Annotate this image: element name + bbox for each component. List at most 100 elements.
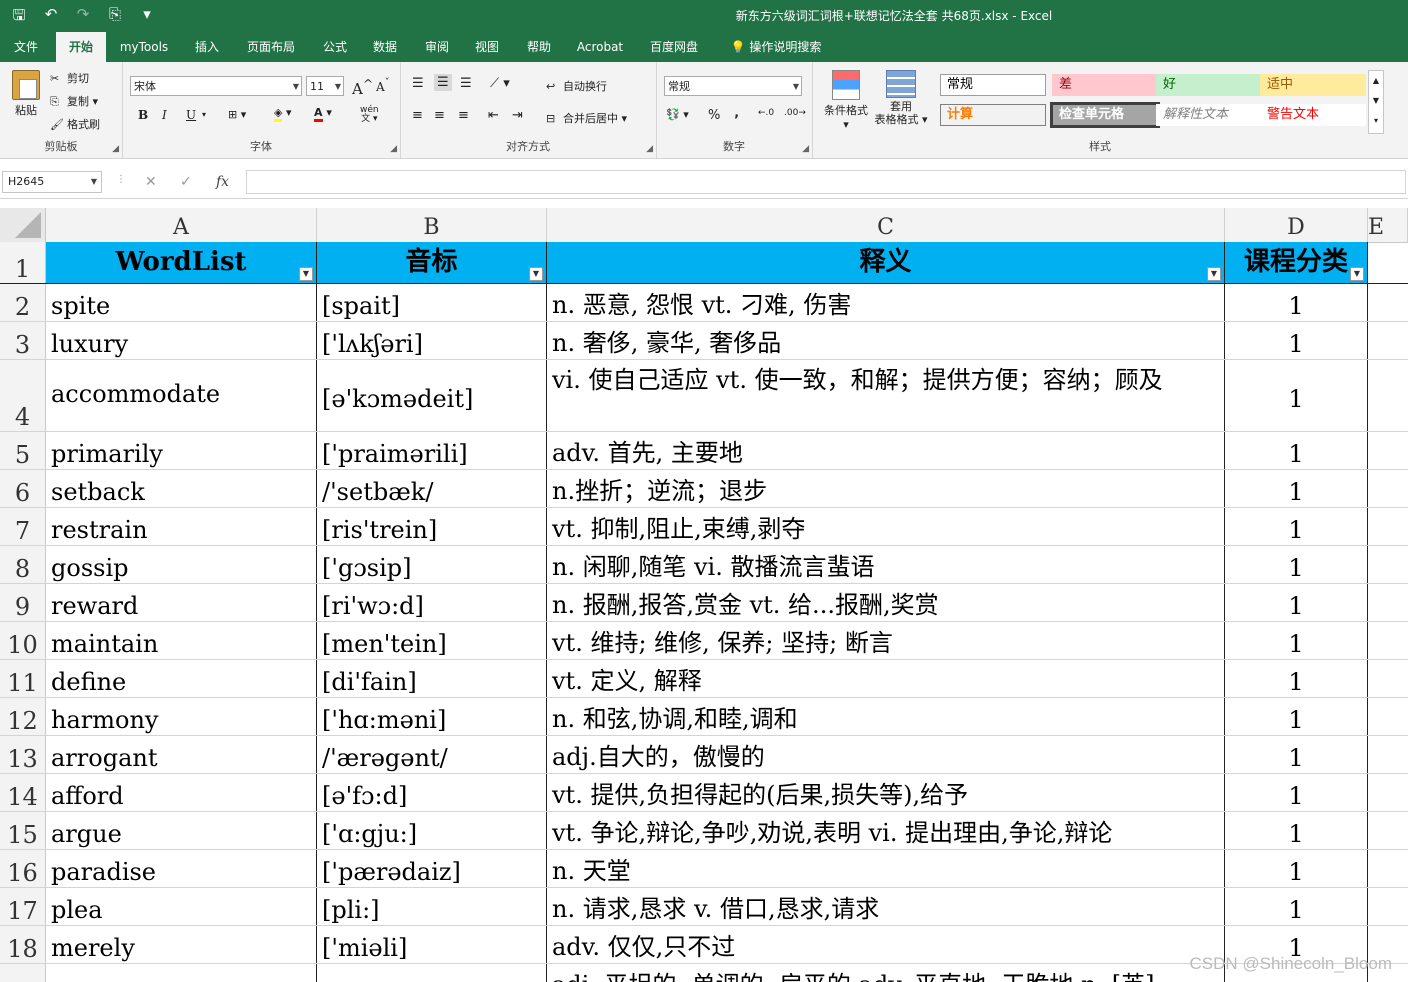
tab-baidu-netdisk[interactable]: 百度网盘	[640, 32, 708, 62]
cancel-icon[interactable]: ✕	[145, 174, 157, 190]
formula-input[interactable]	[246, 170, 1406, 194]
word-cell[interactable]: setback	[46, 470, 317, 507]
underline-button[interactable]: U	[186, 108, 196, 122]
meaning-cell[interactable]: n. 报酬,报答,赏金 vt. 给...报酬,奖赏	[547, 584, 1225, 621]
category-cell[interactable]: 1	[1225, 850, 1368, 887]
phonetic-cell[interactable]: ['hɑ:məni]	[317, 698, 547, 735]
format-painter-button[interactable]: 🖌 格式刷	[50, 116, 100, 132]
orientation-icon[interactable]: ⟋ ▾	[490, 76, 510, 91]
cell-style-4[interactable]: 适中	[1260, 74, 1366, 96]
tab-formulas[interactable]: 公式	[314, 32, 356, 62]
accounting-format-icon[interactable]: 💱 ▾	[666, 108, 689, 121]
word-cell[interactable]: plea	[46, 888, 317, 925]
word-cell[interactable]: arrogant	[46, 736, 317, 773]
column-header-e[interactable]: E	[1368, 208, 1408, 242]
align-bottom-icon[interactable]: ☰	[460, 76, 472, 91]
word-cell[interactable]	[46, 964, 317, 982]
row-header[interactable]: 11	[0, 660, 46, 697]
align-top-icon[interactable]: ☰	[412, 76, 424, 91]
align-middle-icon[interactable]: ☰	[434, 74, 452, 91]
phonetic-cell[interactable]: ['lʌkʃəri]	[317, 322, 547, 359]
cell-style-7[interactable]: 解释性文本	[1156, 104, 1262, 126]
font-launcher-icon[interactable]: ◢	[390, 144, 397, 154]
header-cell-meaning[interactable]: 释义 ▼	[547, 242, 1225, 283]
tab-mytools[interactable]: myTools	[112, 32, 176, 62]
word-cell[interactable]: harmony	[46, 698, 317, 735]
word-cell[interactable]: afford	[46, 774, 317, 811]
name-box[interactable]: H2645 ▼	[2, 171, 102, 193]
cell-style-2[interactable]: 差	[1052, 74, 1158, 96]
row-header[interactable]: 9	[0, 584, 46, 621]
word-cell[interactable]: luxury	[46, 322, 317, 359]
category-cell[interactable]: 1	[1225, 284, 1368, 321]
italic-button[interactable]: I	[162, 108, 167, 122]
phonetic-cell[interactable]: [ə'kɔmədeit]	[317, 360, 547, 431]
alignment-launcher-icon[interactable]: ◢	[646, 144, 653, 154]
category-cell[interactable]: 1	[1225, 546, 1368, 583]
tab-page-layout[interactable]: 页面布局	[238, 32, 304, 62]
tab-data[interactable]: 数据	[364, 32, 406, 62]
increase-decimal-icon[interactable]: ←.0	[758, 108, 774, 118]
tell-me-search[interactable]: 💡 操作说明搜索	[722, 32, 830, 62]
meaning-cell[interactable]: adj. 平坦的, 单调的, 扁平的 adv. 平直地, 干脆地 n. [英]	[547, 964, 1225, 982]
word-cell[interactable]: reward	[46, 584, 317, 621]
filter-dropdown-icon[interactable]: ▼	[1350, 267, 1364, 281]
insert-function-icon[interactable]: fx	[216, 174, 229, 190]
column-header-c[interactable]: C	[547, 208, 1225, 242]
category-cell[interactable]: 1	[1225, 736, 1368, 773]
category-cell[interactable]: 1	[1225, 774, 1368, 811]
category-cell[interactable]: 1	[1225, 660, 1368, 697]
meaning-cell[interactable]: n. 奢侈, 豪华, 奢侈品	[547, 322, 1225, 359]
category-cell[interactable]: 1	[1225, 812, 1368, 849]
grow-font-button[interactable]: A^	[352, 76, 373, 98]
decrease-indent-icon[interactable]: ⇤	[488, 108, 499, 123]
header-cell-category[interactable]: 课程分类 ▼	[1225, 242, 1368, 283]
category-cell[interactable]: 1	[1225, 584, 1368, 621]
comma-button[interactable]: ‚	[734, 106, 739, 121]
row-header[interactable]: 15	[0, 812, 46, 849]
row-header[interactable]: 3	[0, 322, 46, 359]
row-header[interactable]: 17	[0, 888, 46, 925]
filter-dropdown-icon[interactable]: ▼	[529, 267, 543, 281]
wrap-text-button[interactable]: ↩ 自动换行	[546, 78, 607, 94]
tab-file[interactable]: 文件	[6, 32, 46, 62]
tab-acrobat[interactable]: Acrobat	[570, 32, 630, 62]
tab-home[interactable]: 开始	[56, 32, 106, 62]
category-cell[interactable]: 1	[1225, 622, 1368, 659]
meaning-cell[interactable]: vi. 使自己适应 vt. 使一致，和解；提供方便；容纳；顾及	[547, 360, 1225, 431]
clipboard-launcher-icon[interactable]: ◢	[112, 144, 119, 154]
meaning-cell[interactable]: vt. 提供,负担得起的(后果,损失等),给予	[547, 774, 1225, 811]
row-header[interactable]: 4	[0, 360, 46, 431]
row-header[interactable]: 16	[0, 850, 46, 887]
phonetic-guide-button[interactable]: wén 文 ▾	[360, 106, 379, 124]
percent-button[interactable]: %	[708, 108, 720, 123]
format-as-table-button[interactable]: 套用 表格格式 ▾	[874, 70, 928, 126]
column-header-d[interactable]: D	[1225, 208, 1368, 242]
meaning-cell[interactable]: adv. 首先, 主要地	[547, 432, 1225, 469]
category-cell[interactable]: 1	[1225, 470, 1368, 507]
header-cell-phonetic[interactable]: 音标 ▼	[317, 242, 547, 283]
word-cell[interactable]: primarily	[46, 432, 317, 469]
align-left-icon[interactable]: ≡	[412, 108, 423, 123]
phonetic-cell[interactable]: /'setbæk/	[317, 470, 547, 507]
tab-view[interactable]: 视图	[466, 32, 508, 62]
category-cell[interactable]: 1	[1225, 888, 1368, 925]
row-header[interactable]: 18	[0, 926, 46, 963]
word-cell[interactable]: argue	[46, 812, 317, 849]
category-cell[interactable]: 1	[1225, 508, 1368, 545]
word-cell[interactable]: gossip	[46, 546, 317, 583]
meaning-cell[interactable]: vt. 抑制,阻止,束缚,剥夺	[547, 508, 1225, 545]
tab-help[interactable]: 帮助	[518, 32, 560, 62]
meaning-cell[interactable]: n.挫折；逆流；退步	[547, 470, 1225, 507]
underline-dropdown-icon[interactable]: ▾	[202, 110, 206, 119]
word-cell[interactable]: restrain	[46, 508, 317, 545]
merge-center-button[interactable]: ⊟ 合并后居中 ▾	[546, 110, 627, 126]
phonetic-cell[interactable]: [men'tein]	[317, 622, 547, 659]
copy-button[interactable]: ⎘ 复制 ▾	[50, 93, 98, 109]
meaning-cell[interactable]: vt. 定义, 解释	[547, 660, 1225, 697]
word-cell[interactable]: spite	[46, 284, 317, 321]
align-center-icon[interactable]: ≡	[434, 108, 445, 123]
meaning-cell[interactable]: adj.自大的，傲慢的	[547, 736, 1225, 773]
column-header-b[interactable]: B	[317, 208, 547, 242]
number-format-select[interactable]: 常规 ▼	[664, 76, 802, 96]
